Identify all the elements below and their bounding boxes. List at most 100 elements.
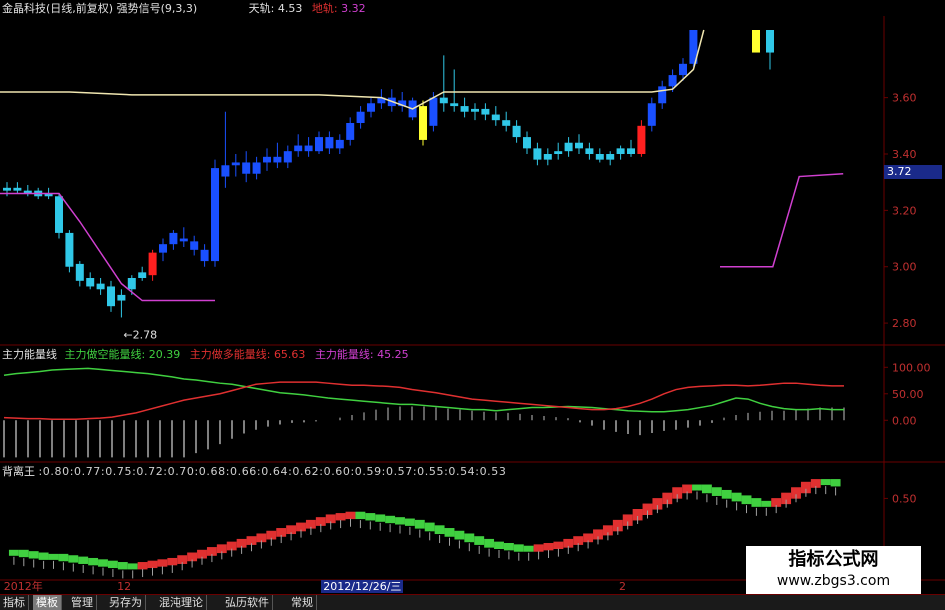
tab-hongli-software[interactable]: 弘历软件 [222, 595, 273, 610]
divergence-seg-54 [533, 544, 544, 552]
divergence-seg-47 [464, 533, 475, 543]
divergence-seg-14 [137, 562, 148, 570]
candle-body-33 [346, 123, 355, 140]
divergence-seg-2 [18, 549, 29, 558]
candle-body-26 [273, 156, 282, 163]
divergence-seg-34 [335, 513, 346, 521]
divergence-legend-title: 背离王 [2, 465, 35, 478]
candle-body-18 [190, 241, 199, 250]
divergence-seg-56 [553, 541, 564, 549]
candle-body-51 [533, 148, 542, 160]
candle-body-7 [75, 263, 84, 281]
divergence-seg-48 [474, 536, 485, 545]
divergence-seg-50 [494, 541, 504, 549]
candle-body-53 [554, 151, 563, 154]
tab-save-as[interactable]: 另存为 [106, 595, 146, 610]
candle-body-13 [138, 272, 147, 278]
divergence-seg-76 [751, 498, 762, 507]
divergence-seg-11 [107, 560, 118, 569]
divergence-tick-label-0: 0.50 [892, 492, 917, 505]
divergence-seg-10 [98, 559, 108, 567]
upper-rail-label: 天轨: [248, 2, 275, 15]
energy-tick-label-2: 100.00 [892, 361, 931, 374]
divergence-seg-35 [345, 511, 356, 520]
divergence-seg-39 [385, 515, 396, 524]
energy-main-label: 主力能量线: [314, 348, 374, 361]
candle-body-61 [637, 125, 646, 154]
candle-body-8 [86, 278, 95, 287]
divergence-seg-36 [355, 511, 366, 520]
tab-manage[interactable]: 管理 [68, 595, 97, 610]
upper-rail-line [0, 29, 705, 110]
candle-body-46 [481, 108, 490, 115]
upper-rail-value: 4.53 [277, 2, 303, 15]
divergence-seg-7 [68, 555, 79, 563]
candle-body-47 [491, 114, 500, 121]
divergence-seg-37 [365, 513, 376, 521]
candle-body-28 [294, 145, 303, 152]
divergence-seg-3 [28, 551, 39, 559]
energy-green-label: 主力做空能量线: [64, 348, 146, 361]
candle-body-21 [221, 165, 230, 177]
candle-body-23 [242, 162, 251, 174]
candle-body-6 [65, 232, 74, 267]
lower-rail-line [0, 192, 215, 302]
tab-general[interactable]: 常规 [288, 595, 317, 610]
divergence-seg-13 [127, 563, 138, 570]
watermark-box: 指标公式网 www.zbgs3.com [746, 546, 921, 594]
candle-body-30 [315, 137, 323, 152]
candle-body-0 [3, 187, 11, 191]
candle-body-63 [658, 86, 667, 104]
candle-body-43 [450, 103, 459, 107]
candle-body-19 [200, 249, 209, 262]
divergence-seg-1 [8, 549, 19, 556]
price-tick-label-4: 3.60 [892, 92, 917, 105]
divergence-seg-40 [395, 517, 405, 525]
low-price-annotation: ←2.78 [123, 329, 157, 342]
candle-body-tail-0 [752, 30, 760, 53]
divergence-seg-15 [147, 560, 158, 569]
candle-body-5 [55, 196, 63, 233]
candle-body-58 [606, 154, 615, 160]
candle-body-54 [564, 142, 573, 152]
candle-body-40 [419, 106, 427, 140]
divergence-seg-43 [424, 522, 435, 532]
tab-template[interactable]: 模板 [33, 595, 62, 610]
divergence-seg-8 [78, 556, 89, 564]
lower-rail-value: 3.32 [341, 2, 366, 15]
candle-body-50 [523, 137, 531, 149]
divergence-seg-49 [484, 538, 495, 548]
candle-body-22 [231, 162, 240, 166]
candle-body-31 [325, 137, 334, 149]
divergence-seg-77 [761, 500, 772, 507]
candle-body-35 [367, 103, 375, 112]
candle-body-20 [211, 168, 219, 262]
candle-body-11 [117, 294, 126, 301]
candle-body-15 [159, 244, 167, 253]
candle-body-29 [304, 145, 313, 152]
divergence-seg-44 [434, 525, 445, 535]
candle-body-17 [179, 238, 188, 242]
time-label-cursor-date: 2012/12/26/三 [321, 580, 404, 593]
candle-body-14 [148, 252, 157, 276]
candle-body-62 [647, 103, 656, 126]
tab-chaos-theory[interactable]: 混沌理论 [156, 595, 207, 610]
time-label-year: 2012年 [3, 580, 43, 593]
divergence-seg-9 [88, 557, 99, 566]
divergence-seg-83 [820, 479, 831, 486]
candle-body-64 [668, 75, 677, 87]
candle-body-12 [127, 278, 136, 290]
candle-body-56 [585, 148, 594, 154]
price-tick-label-3: 3.40 [892, 148, 917, 161]
divergence-seg-71 [701, 484, 712, 494]
price-tick-label-0: 2.80 [892, 317, 917, 330]
divergence-seg-6 [58, 553, 69, 562]
divergence-seg-5 [48, 553, 59, 560]
candle-body-tail-1 [766, 30, 774, 53]
candle-body-34 [356, 111, 365, 123]
candle-body-55 [575, 142, 583, 149]
energy-red-value: 65.63 [273, 348, 306, 361]
tab-indicator[interactable]: 指标 [0, 595, 29, 610]
candle-body-25 [263, 156, 271, 163]
divergence-legend: 背离王 :0.80:0.77:0.75:0.72:0.70:0.68:0.66:… [2, 465, 506, 478]
